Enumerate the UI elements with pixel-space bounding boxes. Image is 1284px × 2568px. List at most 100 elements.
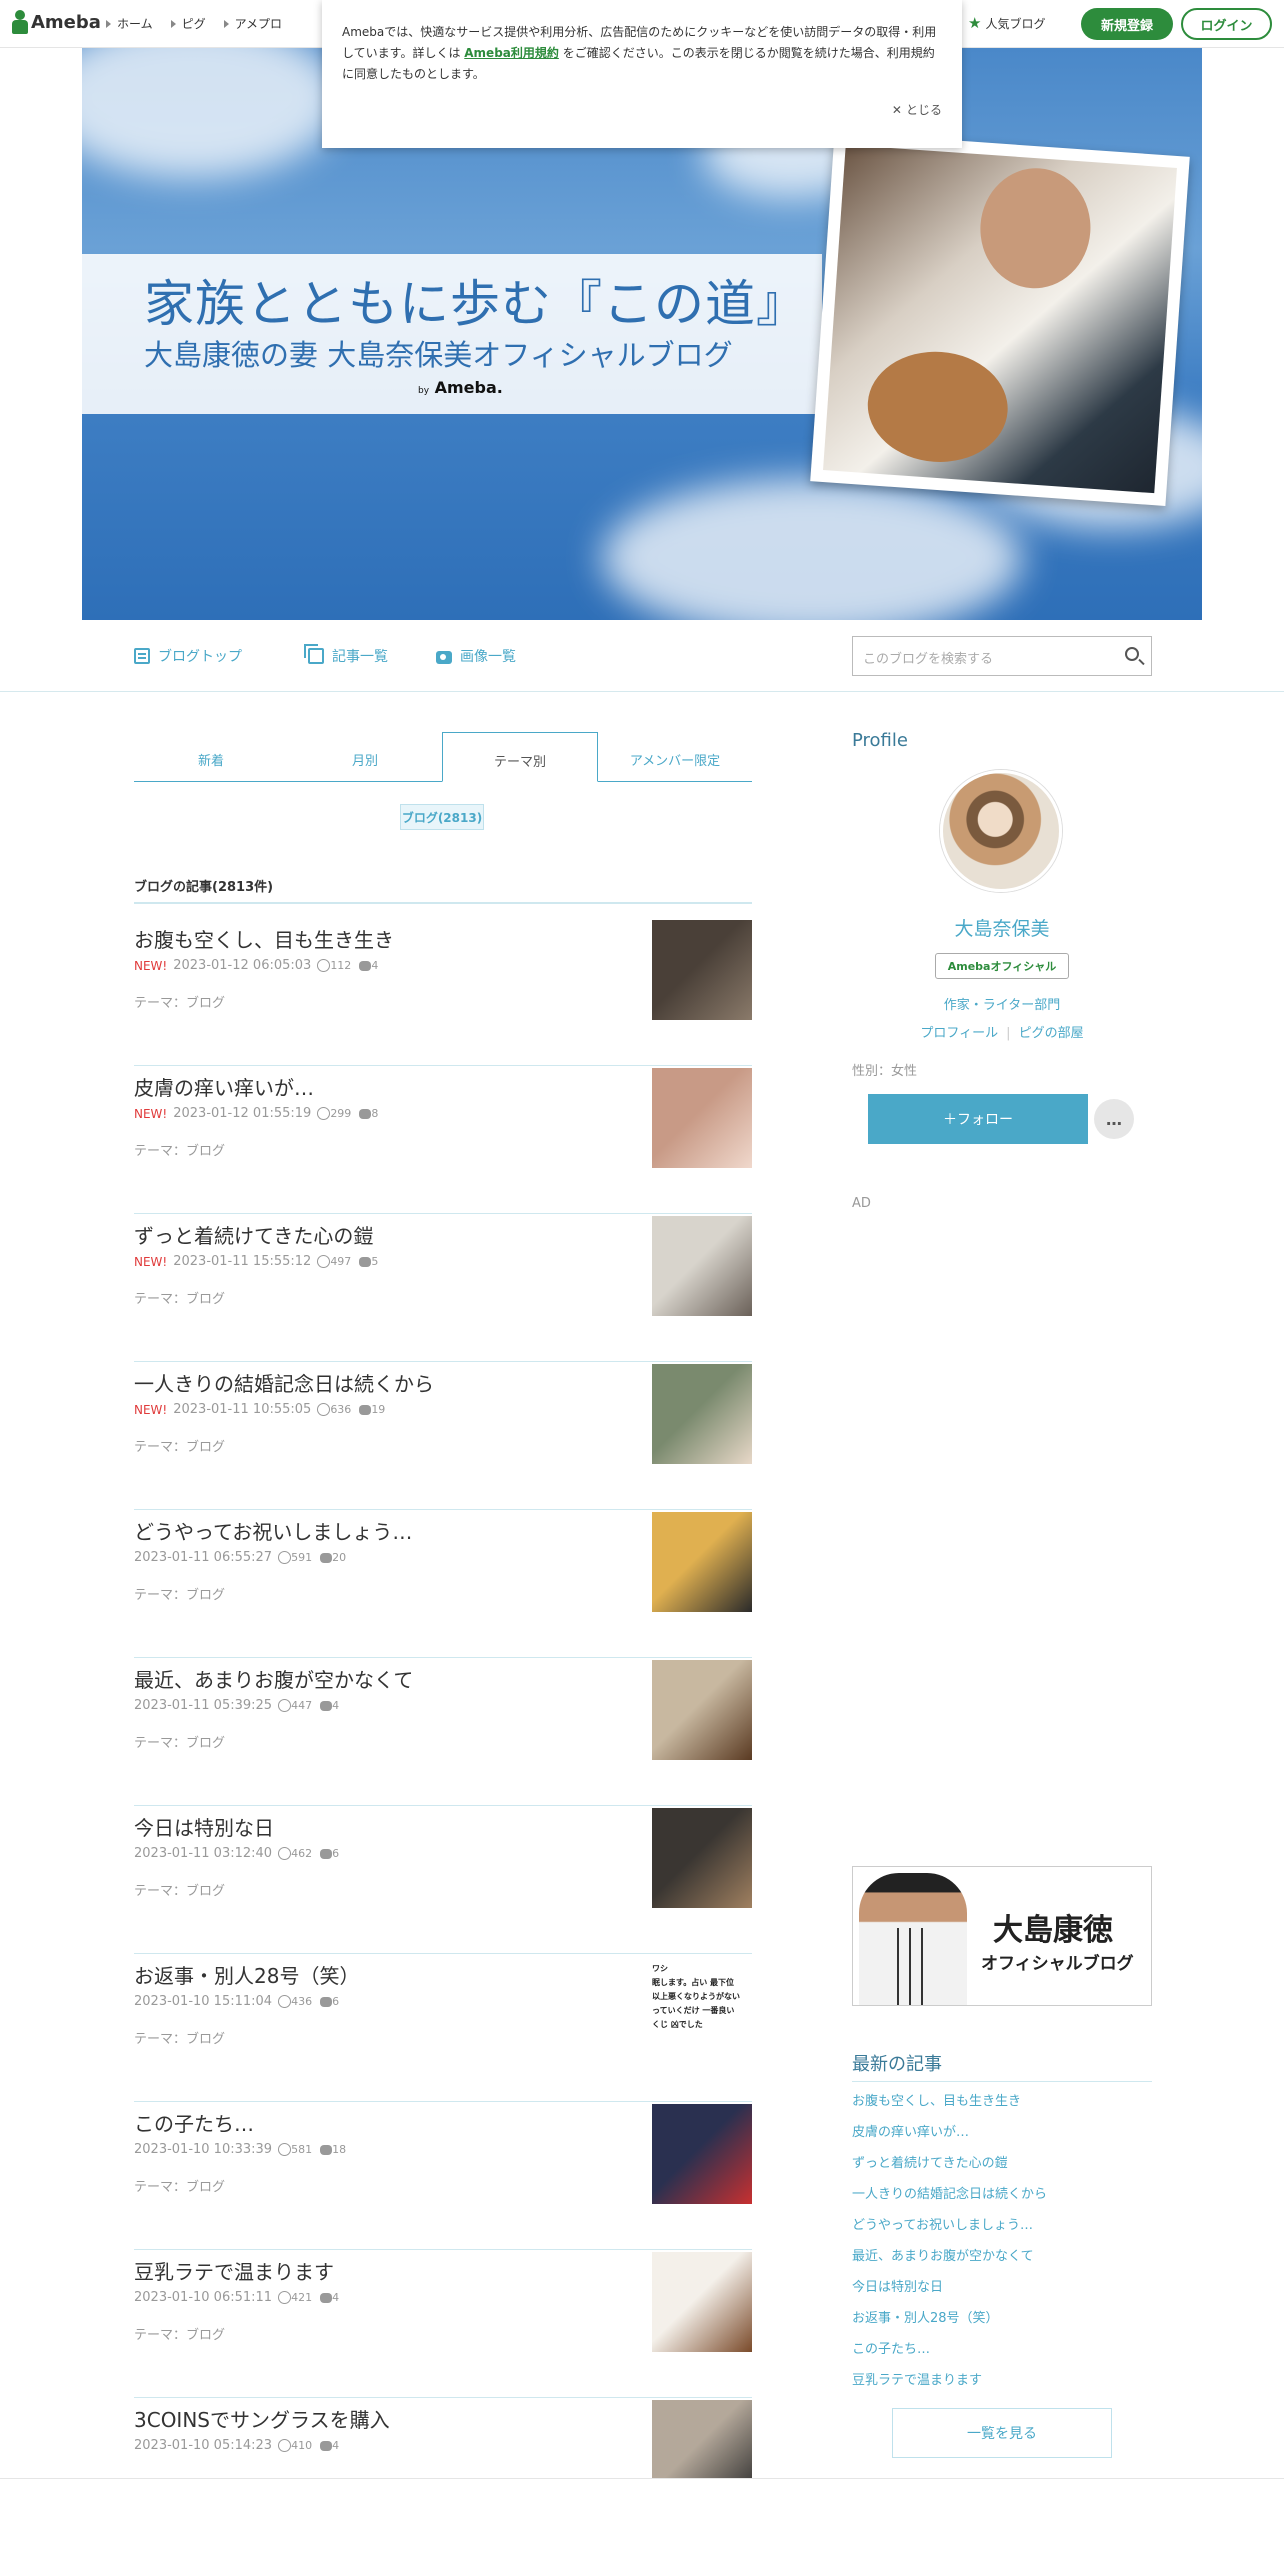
terms-link[interactable]: Ameba利用規約 [464, 46, 559, 60]
comment-count[interactable]: 4 [318, 2291, 339, 2304]
like-count[interactable]: 497 [317, 1255, 351, 1269]
tab-new[interactable]: 新着 [134, 732, 288, 781]
entry-theme[interactable]: テーマ：ブログ [134, 2324, 225, 2343]
entry-title[interactable]: お腹も空くし、目も生き生き [134, 924, 394, 953]
entry-theme[interactable]: テーマ：ブログ [134, 1584, 225, 1603]
entry-title[interactable]: 皮膚の痒い痒いが… [134, 1072, 314, 1101]
blog-top-link[interactable]: ブログトップ [134, 646, 242, 666]
entry-title[interactable]: 今日は特別な日 [134, 1812, 274, 1841]
entry-thumbnail[interactable]: ワシ 眠します。占い 最下位 以上悪くなりようがない っていくだけ 一番良い くじ 凶で… [652, 1956, 752, 2056]
ameba-logo[interactable]: Ameba [12, 10, 101, 34]
entry-title[interactable]: 一人きりの結婚記念日は続くから [134, 1368, 434, 1397]
entry-thumbnail[interactable] [652, 1216, 752, 1316]
comment-count-value: 6 [332, 1995, 340, 2008]
entry-thumbnail[interactable] [652, 2252, 752, 2352]
pigg-room-link[interactable]: ピグの部屋 [1019, 1026, 1084, 1041]
popular-blogs-link[interactable]: ★ 人気ブログ [968, 14, 1045, 32]
entry-title[interactable]: 3COINSでサングラスを購入 [134, 2404, 390, 2433]
follow-button[interactable]: ＋フォロー [868, 1094, 1088, 1144]
nav-pigg-label: ピグ [181, 17, 206, 31]
search-icon[interactable] [1125, 647, 1139, 661]
profile-link[interactable]: プロフィール [920, 1026, 998, 1041]
entry-title[interactable]: 豆乳ラテで温まります [134, 2256, 334, 2285]
theme-filter-tag[interactable]: ブログ(2813) [400, 804, 484, 830]
entry-thumbnail[interactable] [652, 1068, 752, 1168]
entry-title[interactable]: 最近、あまりお腹が空かなくて [134, 1664, 413, 1693]
comment-count[interactable]: 5 [357, 1255, 378, 1268]
more-options-button[interactable]: … [1094, 1099, 1134, 1139]
login-button[interactable]: ログイン [1181, 8, 1272, 40]
see-all-button[interactable]: 一覧を見る [892, 2408, 1112, 2458]
smile-icon [278, 2439, 292, 2453]
nav-home[interactable]: ホーム [106, 15, 153, 32]
like-count[interactable]: 410 [278, 2439, 312, 2453]
entry-theme[interactable]: テーマ：ブログ [134, 992, 225, 1011]
entry-thumbnail[interactable] [652, 1364, 752, 1464]
cookie-close-button[interactable]: ✕ とじる [892, 100, 942, 121]
recent-entry-link[interactable]: お腹も空くし、目も生き生き [852, 2090, 1152, 2121]
blog-search-input[interactable]: このブログを検索する [852, 636, 1152, 676]
new-badge: NEW! [134, 958, 168, 973]
tab-amember[interactable]: アメンバー限定 [598, 732, 752, 781]
entry-theme[interactable]: テーマ：ブログ [134, 2028, 225, 2047]
tab-theme[interactable]: テーマ別 [442, 732, 598, 782]
tab-monthly[interactable]: 月別 [288, 732, 442, 781]
entry-title[interactable]: どうやってお祝いしましょう… [134, 1516, 412, 1545]
entry-theme[interactable]: テーマ：ブログ [134, 1732, 225, 1751]
comment-count[interactable]: 8 [357, 1107, 378, 1120]
recent-entry-link[interactable]: お返事・別人28号（笑） [852, 2307, 1152, 2338]
like-count[interactable]: 299 [317, 1107, 351, 1121]
like-count[interactable]: 447 [278, 1699, 312, 1713]
like-count[interactable]: 636 [317, 1403, 351, 1417]
recent-entry-link[interactable]: 皮膚の痒い痒いが… [852, 2121, 1152, 2152]
comment-count[interactable]: 4 [357, 959, 378, 972]
comment-count[interactable]: 4 [318, 2439, 339, 2452]
entry-thumbnail[interactable] [652, 1512, 752, 1612]
comment-count[interactable]: 6 [318, 1995, 339, 2008]
signup-button[interactable]: 新規登録 [1081, 8, 1173, 40]
recent-entry-link[interactable]: どうやってお祝いしましょう… [852, 2214, 1152, 2245]
entry-item: 豆乳ラテで温まります 2023-01-10 06:51:11 421 4 テーマ：ブログ [134, 2250, 752, 2398]
entry-theme[interactable]: テーマ：ブログ [134, 1140, 225, 1159]
comment-count-value: 8 [371, 1107, 379, 1120]
entry-title[interactable]: この子たち… [134, 2108, 254, 2137]
husband-blog-banner[interactable]: 大島康徳 オフィシャルブログ [852, 1866, 1152, 2006]
recent-entry-link[interactable]: 最近、あまりお腹が空かなくて [852, 2245, 1152, 2276]
recent-entry-link[interactable]: ずっと着続けてきた心の鎧 [852, 2152, 1152, 2183]
entry-title[interactable]: お返事・別人28号（笑） [134, 1960, 359, 1989]
recent-entry-link[interactable]: 一人きりの結婚記念日は続くから [852, 2183, 1152, 2214]
like-count[interactable]: 462 [278, 1847, 312, 1861]
nav-pigg[interactable]: ピグ [170, 15, 206, 32]
like-count[interactable]: 591 [278, 1551, 312, 1565]
like-count[interactable]: 421 [278, 2291, 312, 2305]
entry-thumbnail[interactable] [652, 2104, 752, 2204]
like-count[interactable]: 112 [317, 959, 351, 973]
nav-amepro[interactable]: アメプロ [223, 15, 282, 32]
entry-list-link[interactable]: 記事一覧 [302, 644, 388, 666]
profile-name[interactable]: 大島奈保美 [852, 914, 1152, 941]
entry-theme[interactable]: テーマ：ブログ [134, 1436, 225, 1455]
entry-thumbnail[interactable] [652, 1808, 752, 1908]
recent-entry-link[interactable]: この子たち… [852, 2338, 1152, 2369]
entry-thumbnail[interactable] [652, 920, 752, 1020]
comment-count[interactable]: 4 [318, 1699, 339, 1712]
like-count[interactable]: 436 [278, 1995, 312, 2009]
comment-count[interactable]: 18 [318, 2143, 346, 2156]
entry-thumbnail[interactable] [652, 1660, 752, 1760]
recent-entry-link[interactable]: 今日は特別な日 [852, 2276, 1152, 2307]
image-list-link[interactable]: 画像一覧 [436, 646, 516, 666]
like-count[interactable]: 581 [278, 2143, 312, 2157]
comment-count[interactable]: 6 [318, 1847, 339, 1860]
avatar[interactable] [940, 770, 1062, 892]
entry-theme[interactable]: テーマ：ブログ [134, 1880, 225, 1899]
comment-count[interactable]: 20 [318, 1551, 346, 1564]
smile-icon [278, 1995, 292, 2009]
header-photo [810, 132, 1190, 506]
blog-nav: ブログトップ 記事一覧 画像一覧 このブログを検索する [0, 620, 1284, 692]
profile-category-link[interactable]: 作家・ライター部門 [852, 994, 1152, 1013]
recent-entry-link[interactable]: 豆乳ラテで温まります [852, 2369, 1152, 2400]
entry-theme[interactable]: テーマ：ブログ [134, 1288, 225, 1307]
entry-title[interactable]: ずっと着続けてきた心の鎧 [134, 1220, 373, 1249]
entry-theme[interactable]: テーマ：ブログ [134, 2176, 225, 2195]
comment-count[interactable]: 19 [357, 1403, 385, 1416]
